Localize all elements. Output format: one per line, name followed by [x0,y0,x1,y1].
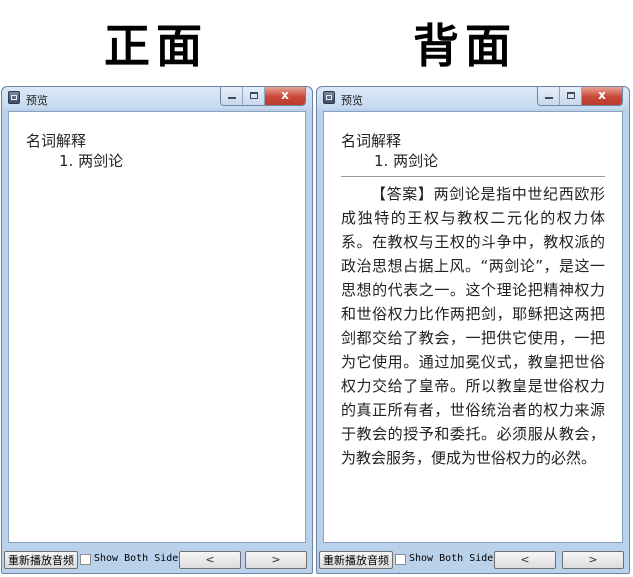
minimize-icon [228,97,236,99]
close-icon: x [281,88,289,102]
card-question: 1. 两剑论 [59,152,124,170]
card-content: 名词解释 1. 两剑论 [8,111,306,543]
maximize-button[interactable] [243,87,265,105]
prev-button[interactable]: < [179,551,241,569]
show-both-sides-label: Show Both Sides [409,553,500,564]
show-both-sides-checkbox[interactable] [80,554,91,565]
title-bar[interactable]: 预览 x [317,87,629,109]
close-button[interactable]: x [582,87,622,105]
app-icon [8,91,20,104]
preview-window-back: 预览 x 名词解释 1. 两剑论 【答案】两剑论是指中世纪西欧形成独特的王权与教… [316,86,630,574]
card-type-label: 名词解释 [341,132,402,150]
minimize-icon [545,97,553,99]
replay-audio-button[interactable]: 重新播放音频 [4,551,78,569]
window-title: 预览 [341,94,363,107]
show-both-sides-checkbox[interactable] [395,554,406,565]
caption-buttons: x [220,87,306,106]
close-icon: x [598,88,606,102]
back-heading: 背面 [413,19,517,73]
answer-divider [341,176,605,177]
caption-buttons: x [537,87,623,106]
maximize-icon [250,92,258,99]
card-type-label: 名词解释 [26,132,87,150]
maximize-icon [567,92,575,99]
card-content: 名词解释 1. 两剑论 【答案】两剑论是指中世纪西欧形成独特的王权与教权二元化的… [323,111,623,543]
prev-button[interactable]: < [494,551,556,569]
maximize-button[interactable] [560,87,582,105]
minimize-button[interactable] [221,87,243,105]
front-heading: 正面 [104,19,208,73]
show-both-sides-label: Show Both Sides [94,553,185,564]
replay-audio-button[interactable]: 重新播放音频 [319,551,393,569]
bottom-bar: 重新播放音频 Show Both Sides < > [2,543,312,573]
bottom-bar: 重新播放音频 Show Both Sides < > [317,543,629,573]
next-button[interactable]: > [245,551,307,569]
app-icon [323,91,335,104]
close-button[interactable]: x [265,87,305,105]
next-button[interactable]: > [562,551,624,569]
window-title: 预览 [26,94,48,107]
preview-window-front: 预览 x 名词解释 1. 两剑论 重新播放音频 Show Both Sides … [1,86,313,574]
title-bar[interactable]: 预览 x [2,87,312,109]
card-answer: 【答案】两剑论是指中世纪西欧形成独特的王权与教权二元化的权力体系。在教权与王权的… [341,185,605,467]
minimize-button[interactable] [538,87,560,105]
card-question: 1. 两剑论 [374,152,439,170]
